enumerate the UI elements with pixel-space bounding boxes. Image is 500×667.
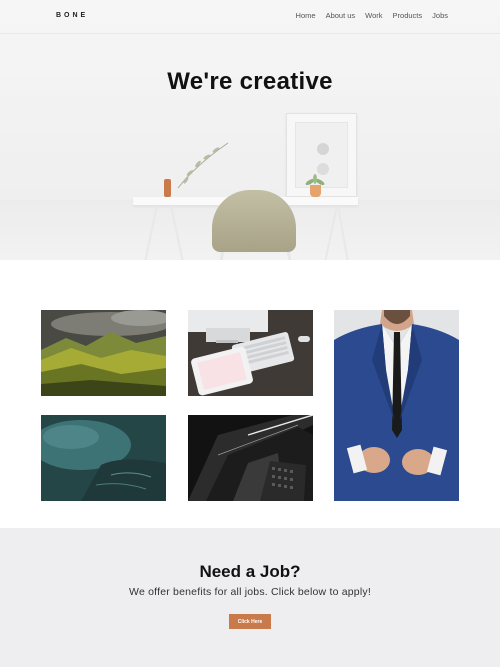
top-navigation: BONE Home About us Work Products Jobs xyxy=(0,0,500,34)
nav-products-link[interactable]: Products xyxy=(393,11,423,20)
gallery-photo-skyscraper[interactable] xyxy=(188,415,313,501)
job-cta-section: Need a Job? We offer benefits for all jo… xyxy=(0,528,500,667)
gallery-photo-mountains[interactable] xyxy=(41,310,166,396)
hero-title: We're creative xyxy=(167,68,333,95)
plant-pot xyxy=(310,185,321,197)
nav-work-link[interactable]: Work xyxy=(365,11,382,20)
hero-section: BONE Home About us Work Products Jobs We… xyxy=(0,0,500,260)
aerial-coast-photo xyxy=(41,415,166,501)
cta-title: Need a Job? xyxy=(199,562,301,581)
click-here-button[interactable]: Click Here xyxy=(229,614,271,629)
nav-menu: Home About us Work Products Jobs xyxy=(296,11,448,20)
chair xyxy=(212,190,296,252)
gallery-section xyxy=(0,260,500,528)
plant-branch-icon xyxy=(177,142,229,189)
mountain-landscape-photo xyxy=(41,310,166,396)
nav-home-link[interactable]: Home xyxy=(296,11,316,20)
dark-skyscraper-photo xyxy=(188,415,313,501)
nav-about-link[interactable]: About us xyxy=(326,11,356,20)
nav-jobs-link[interactable]: Jobs xyxy=(432,11,448,20)
man-in-blue-suit-photo xyxy=(334,310,459,501)
cta-subtitle: We offer benefits for all jobs. Click be… xyxy=(129,586,371,598)
desk-keyboard-tablet-photo xyxy=(188,310,313,396)
site-logo[interactable]: BONE xyxy=(56,12,88,19)
gallery-photo-coast[interactable] xyxy=(41,415,166,501)
gallery-photo-suit[interactable] xyxy=(334,310,459,501)
copper-vase xyxy=(164,179,171,197)
gallery-photo-desk[interactable] xyxy=(188,310,313,396)
